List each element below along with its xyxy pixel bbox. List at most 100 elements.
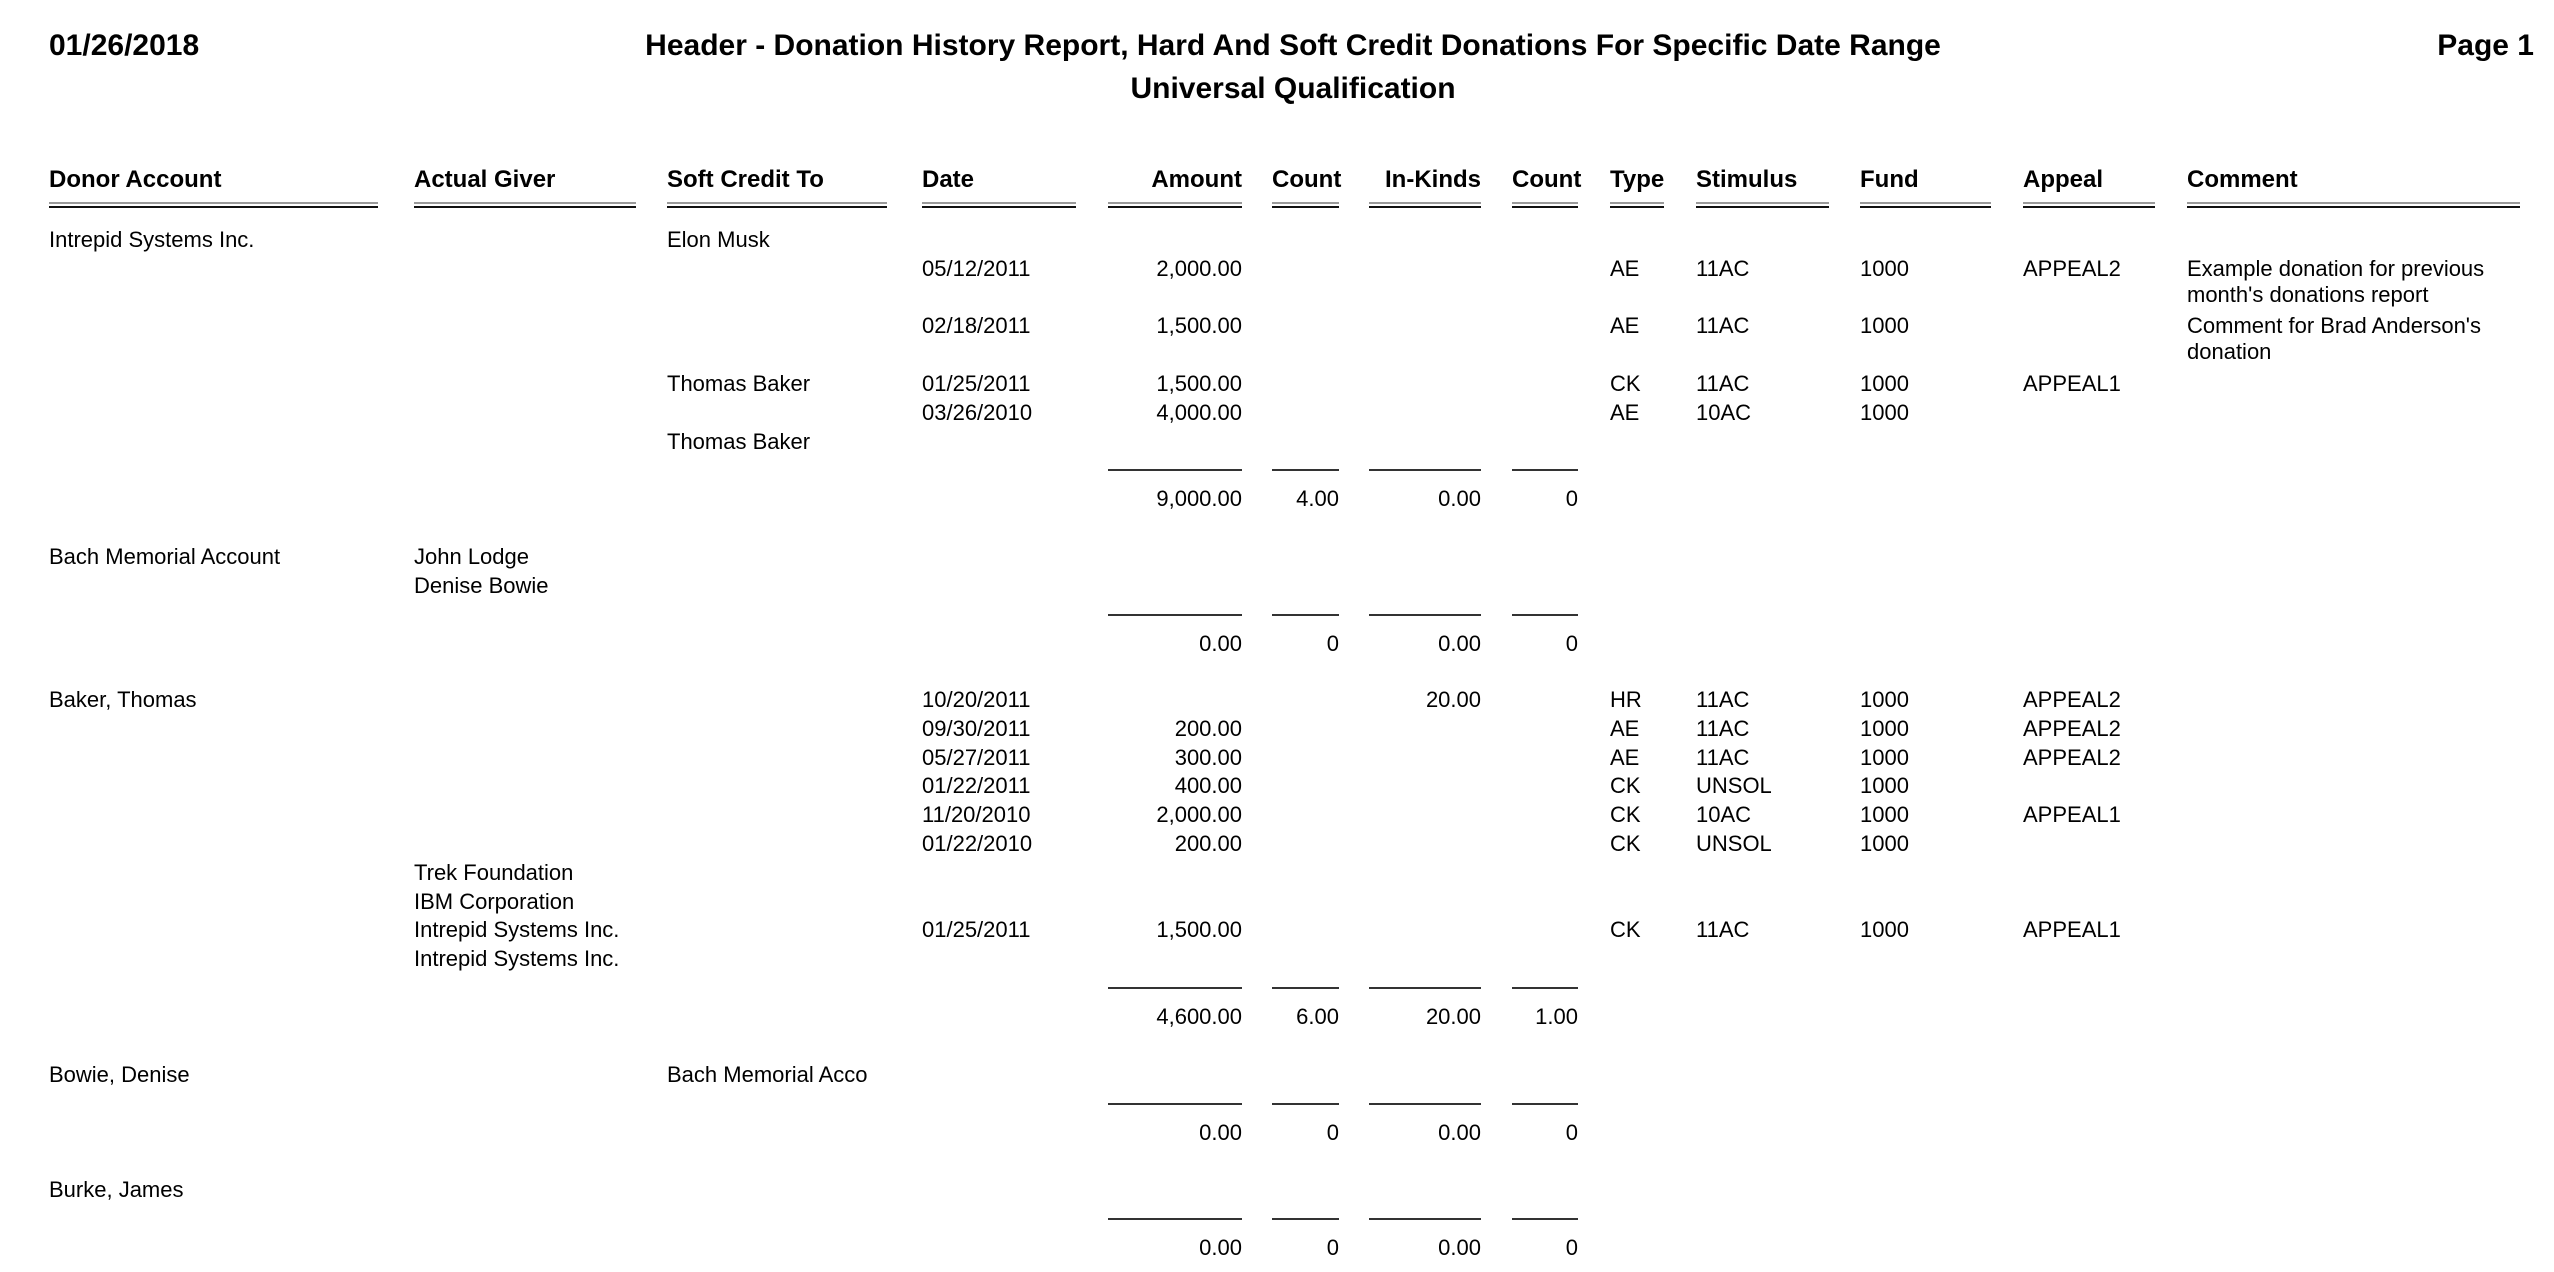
subtotal-in-kinds: 0.00 xyxy=(1438,1234,1481,1260)
type-cell: AE xyxy=(1610,744,1640,770)
amount-cell: 300.00 xyxy=(1174,744,1242,770)
appeal-cell: APPEAL2 xyxy=(2023,255,2121,281)
donor-account-name: Burke, James xyxy=(49,1177,184,1202)
header-underline xyxy=(414,202,636,208)
date-cell: 05/27/2011 xyxy=(922,744,1031,770)
type-cell: AE xyxy=(1610,313,1640,339)
header-underline xyxy=(1696,202,1829,208)
fund-cell: 1000 xyxy=(1860,773,1909,799)
date-cell: 01/25/2011 xyxy=(922,917,1031,943)
date-cell: 05/12/2011 xyxy=(922,255,1031,281)
amount-cell: 2,000.00 xyxy=(1156,802,1242,828)
subtotal-in-kinds: 0.00 xyxy=(1438,630,1481,656)
subtotal-rule xyxy=(1272,1102,1339,1105)
column-header-date: Date xyxy=(922,166,1076,208)
subtotal-amount: 0.00 xyxy=(1199,1119,1242,1145)
subtotal-rule xyxy=(1512,1217,1578,1220)
header-underline xyxy=(1610,202,1664,208)
column-header-donor-account: Donor Account xyxy=(49,166,378,208)
subtotal-count: 0 xyxy=(1326,630,1339,656)
soft-credit-to-cell: Thomas Baker xyxy=(667,428,811,454)
subtotal-rule xyxy=(1369,1217,1481,1220)
actual-giver-cell: Intrepid Systems Inc. xyxy=(414,946,620,972)
column-label: Type xyxy=(1610,166,1665,193)
comment-cell: Example donation for previous month's do… xyxy=(2187,255,2485,307)
subtotal-rule xyxy=(1108,1102,1242,1105)
column-header-fund: Fund xyxy=(1860,166,1991,208)
column-label: Date xyxy=(922,166,975,193)
column-label: Amount xyxy=(1151,166,1242,193)
actual-giver-cell: Intrepid Systems Inc. xyxy=(414,917,620,943)
stimulus-cell: 10AC xyxy=(1696,399,1752,425)
appeal-cell: APPEAL2 xyxy=(2023,744,2121,770)
header-underline xyxy=(1272,202,1339,208)
subtotal-count: 6.00 xyxy=(1296,1004,1339,1029)
appeal-cell: APPEAL2 xyxy=(2023,687,2121,712)
subtotal-rule xyxy=(1272,469,1339,472)
stimulus-cell: UNSOL xyxy=(1696,773,1772,799)
subtotal-amount: 0.00 xyxy=(1199,1234,1242,1260)
stimulus-cell: 11AC xyxy=(1696,917,1750,943)
stimulus-cell: 11AC xyxy=(1696,744,1750,770)
type-cell: CK xyxy=(1610,831,1641,856)
subtotal-in-kinds: 0.00 xyxy=(1438,486,1481,512)
stimulus-cell: 11AC xyxy=(1696,371,1750,396)
type-cell: HR xyxy=(1610,687,1642,712)
amount-cell: 1,500.00 xyxy=(1156,371,1242,396)
subtotal-rule xyxy=(1512,987,1578,989)
fund-cell: 1000 xyxy=(1860,399,1909,425)
amount-cell: 200.00 xyxy=(1174,831,1242,856)
fund-cell: 1000 xyxy=(1860,744,1909,770)
amount-cell: 200.00 xyxy=(1174,715,1242,741)
subtotal-count-2: 0 xyxy=(1565,1119,1578,1145)
subtotal-count: 4.00 xyxy=(1296,486,1339,512)
appeal-cell: APPEAL1 xyxy=(2023,802,2121,828)
header-underline xyxy=(667,202,887,208)
column-header-stimulus: Stimulus xyxy=(1696,166,1829,208)
subtotal-amount: 0.00 xyxy=(1199,630,1242,656)
type-cell: AE xyxy=(1610,399,1640,425)
amount-cell: 2,000.00 xyxy=(1156,255,1242,281)
donor-account-name: Bowie, Denise xyxy=(49,1062,190,1087)
column-label: In-Kinds xyxy=(1385,166,1481,193)
stimulus-cell: 11AC xyxy=(1696,313,1750,339)
subtotal-rule xyxy=(1108,613,1242,616)
header-underline xyxy=(1512,202,1578,208)
column-label: Actual Giver xyxy=(414,166,556,193)
actual-giver-cell: IBM Corporation xyxy=(414,888,575,914)
actual-giver-cell: Trek Foundation xyxy=(414,859,574,885)
subtotal-rule xyxy=(1272,613,1339,616)
subtotal-count: 0 xyxy=(1326,1234,1339,1260)
column-label: Count xyxy=(1512,166,1582,193)
type-cell: CK xyxy=(1610,371,1641,396)
actual-giver-cell: Denise Bowie xyxy=(414,572,549,598)
appeal-cell: APPEAL1 xyxy=(2023,371,2121,396)
date-cell: 01/22/2010 xyxy=(922,831,1033,856)
fund-cell: 1000 xyxy=(1860,831,1909,856)
subtotal-rule xyxy=(1108,1217,1242,1220)
subtotal-rule xyxy=(1272,987,1339,989)
subtotal-amount: 9,000.00 xyxy=(1156,486,1242,512)
header-underline xyxy=(49,202,378,208)
amount-cell: 4,000.00 xyxy=(1156,399,1242,425)
date-cell: 02/18/2011 xyxy=(922,313,1031,339)
appeal-cell: APPEAL1 xyxy=(2023,917,2121,943)
date-cell: 09/30/2011 xyxy=(922,715,1031,741)
fund-cell: 1000 xyxy=(1860,687,1909,712)
fund-cell: 1000 xyxy=(1860,371,1909,396)
column-header-actual-giver: Actual Giver xyxy=(414,166,636,208)
column-header-comment: Comment xyxy=(2187,166,2520,208)
column-header-soft-credit-to: Soft Credit To xyxy=(667,166,887,208)
soft-credit-to-cell: Elon Musk xyxy=(667,227,770,252)
column-header-type: Type xyxy=(1610,166,1664,208)
column-header-count-2: Count xyxy=(1512,166,1582,208)
in-kinds-cell: 20.00 xyxy=(1425,687,1481,712)
report-title: Header - Donation History Report, Hard A… xyxy=(645,29,1941,62)
date-cell: 01/22/2011 xyxy=(922,773,1031,799)
type-cell: CK xyxy=(1610,773,1641,799)
actual-giver-cell: John Lodge xyxy=(414,544,529,569)
header-underline xyxy=(1369,202,1481,208)
column-label: Donor Account xyxy=(49,166,222,193)
subtotal-amount: 4,600.00 xyxy=(1156,1004,1242,1029)
date-cell: 01/25/2011 xyxy=(922,371,1031,396)
